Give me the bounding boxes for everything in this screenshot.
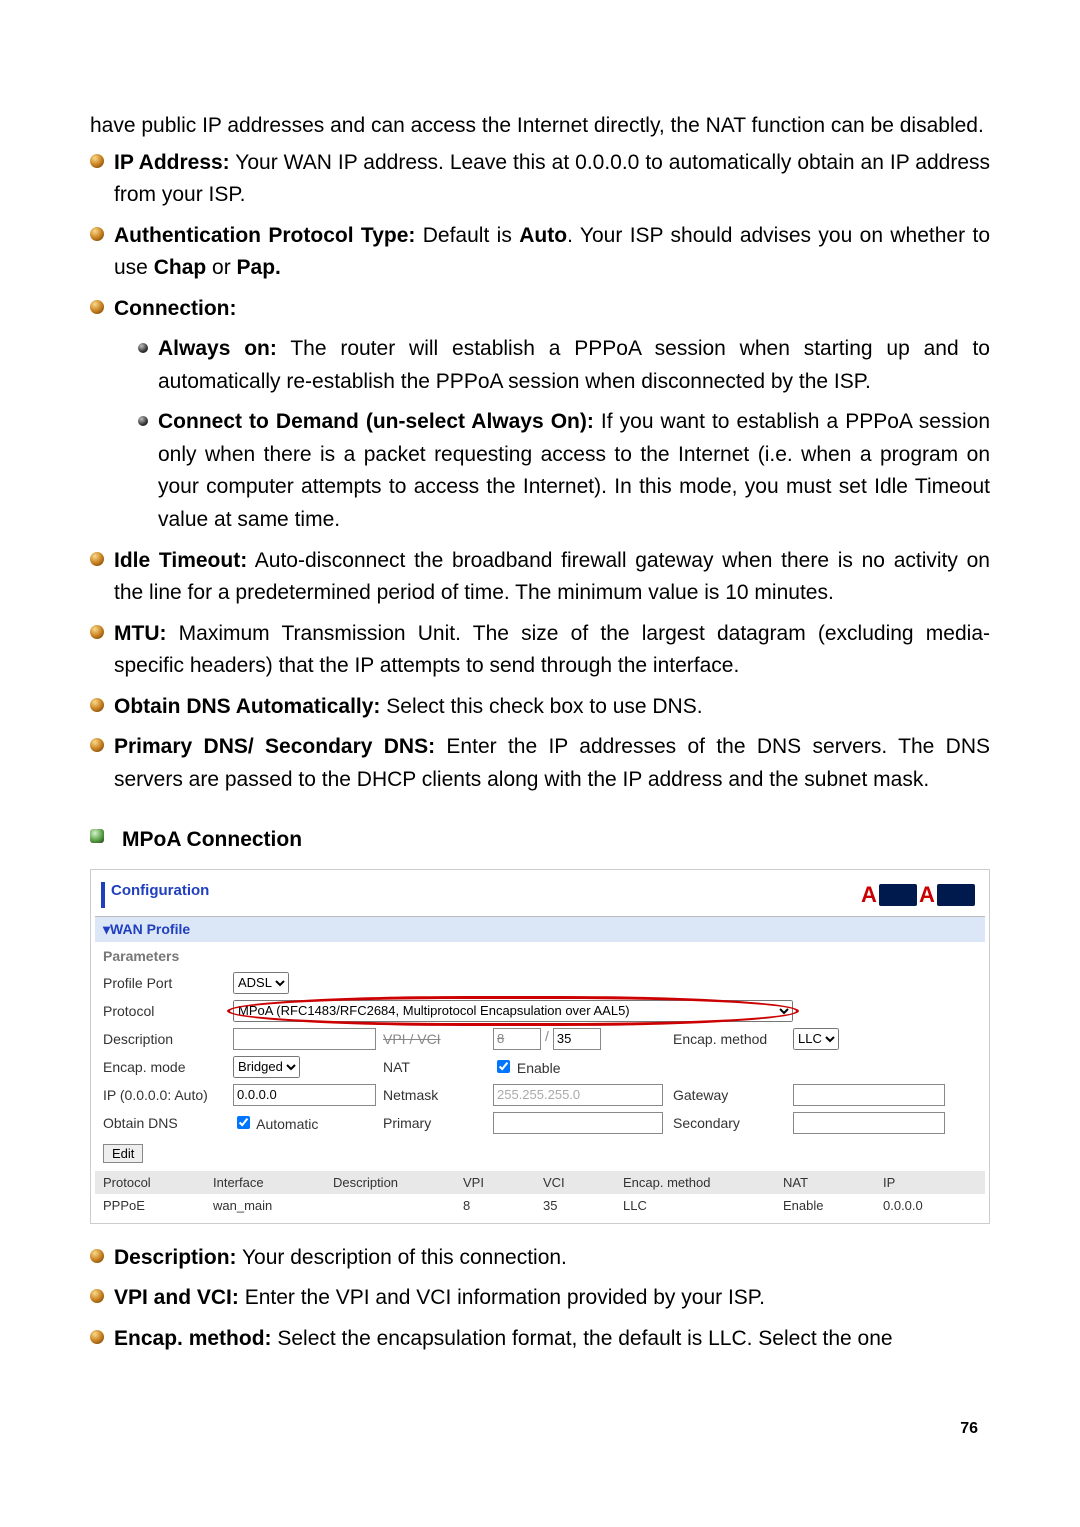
gateway-input[interactable] — [793, 1084, 945, 1106]
encap-mode-select[interactable]: Bridged — [233, 1056, 300, 1078]
encap-method-label: Encap. method — [673, 1031, 793, 1047]
connect-to-demand-item: Connect to Demand (un-select Always On):… — [158, 406, 990, 536]
protocol-label: Protocol — [103, 1003, 233, 1019]
secondary-dns-input[interactable] — [793, 1112, 945, 1134]
vpi-vci-item: VPI and VCI: Enter the VPI and VCI infor… — [114, 1282, 765, 1315]
vpi-input[interactable] — [493, 1028, 541, 1050]
brand-logo: AA — [861, 882, 981, 908]
bullet-icon — [90, 227, 104, 241]
mpoa-heading: MPoA Connection — [122, 824, 302, 857]
profile-port-label: Profile Port — [103, 975, 233, 991]
auth-label: Authentication Protocol Type: — [114, 224, 415, 247]
encap-method-select[interactable]: LLC — [793, 1028, 839, 1050]
page-number: 76 — [90, 1420, 990, 1438]
protocol-select[interactable]: MPoA (RFC1483/RFC2684, Multiprotocol Enc… — [233, 1000, 793, 1022]
always-on-item: Always on: The router will establish a P… — [158, 333, 990, 398]
connection-label: Connection: — [114, 297, 236, 320]
ip-address-item: IP Address: Your WAN IP address. Leave t… — [114, 147, 990, 212]
bullet-icon — [90, 1289, 104, 1303]
netmask-label: Netmask — [383, 1087, 493, 1103]
primary-dns-label: Primary — [383, 1115, 493, 1131]
ip-input[interactable] — [233, 1084, 376, 1106]
secondary-dns-label: Secondary — [673, 1115, 793, 1131]
desc-item: Description: Your description of this co… — [114, 1242, 567, 1275]
bullet-icon — [90, 552, 104, 566]
obtain-dns-checkbox[interactable] — [237, 1116, 250, 1129]
sub-bullet-icon — [138, 416, 148, 426]
nat-label: NAT — [383, 1059, 493, 1075]
description-label: Description — [103, 1031, 233, 1047]
nat-checkbox[interactable] — [497, 1060, 510, 1073]
mtu-item: MTU: Maximum Transmission Unit. The size… — [114, 618, 990, 683]
bullet-icon — [90, 625, 104, 639]
encap-mode-label: Encap. mode — [103, 1059, 233, 1075]
wan-profile-tab[interactable]: ▾WAN Profile — [95, 917, 985, 942]
obtain-dns-item: Obtain DNS Automatically: Select this ch… — [114, 691, 703, 724]
ip-address-text: Your WAN IP address. Leave this at 0.0.0… — [114, 151, 990, 207]
bullet-icon — [90, 1330, 104, 1344]
bullet-icon — [90, 154, 104, 168]
primary-dns-item: Primary DNS/ Secondary DNS: Enter the IP… — [114, 731, 990, 796]
vpi-vci-label: VPI / VCI — [383, 1031, 493, 1047]
ip-label: IP (0.0.0.0: Auto) — [103, 1087, 233, 1103]
config-title: Configuration — [101, 882, 209, 908]
netmask-input[interactable] — [493, 1084, 663, 1106]
parameters-label: Parameters — [95, 942, 985, 970]
bullet-icon — [90, 698, 104, 712]
obtain-dns-label: Obtain DNS — [103, 1115, 233, 1131]
section-marker-icon — [90, 829, 104, 843]
intro-paragraph: have public IP addresses and can access … — [90, 110, 990, 143]
profile-table-header: Protocol Interface Description VPI VCI E… — [95, 1171, 985, 1194]
primary-dns-input[interactable] — [493, 1112, 663, 1134]
idle-timeout-item: Idle Timeout: Auto-disconnect the broadb… — [114, 545, 990, 610]
gateway-label: Gateway — [673, 1087, 793, 1103]
auth-item: Authentication Protocol Type: Default is… — [114, 220, 990, 285]
profile-port-select[interactable]: ADSL — [233, 972, 289, 994]
ip-address-label: IP Address: — [114, 151, 230, 174]
config-panel: Configuration AA ▾WAN Profile Parameters… — [90, 869, 990, 1224]
profile-table-row[interactable]: PPPoE wan_main 8 35 LLC Enable 0.0.0.0 — [95, 1194, 985, 1217]
bullet-icon — [90, 738, 104, 752]
bullet-icon — [90, 300, 104, 314]
bullet-icon — [90, 1249, 104, 1263]
connection-item: Connection: — [114, 293, 236, 326]
encap-method-item: Encap. method: Select the encapsulation … — [114, 1323, 893, 1356]
vci-input[interactable] — [553, 1028, 601, 1050]
sub-bullet-icon — [138, 343, 148, 353]
description-input[interactable] — [233, 1028, 376, 1050]
edit-button[interactable]: Edit — [103, 1144, 143, 1163]
